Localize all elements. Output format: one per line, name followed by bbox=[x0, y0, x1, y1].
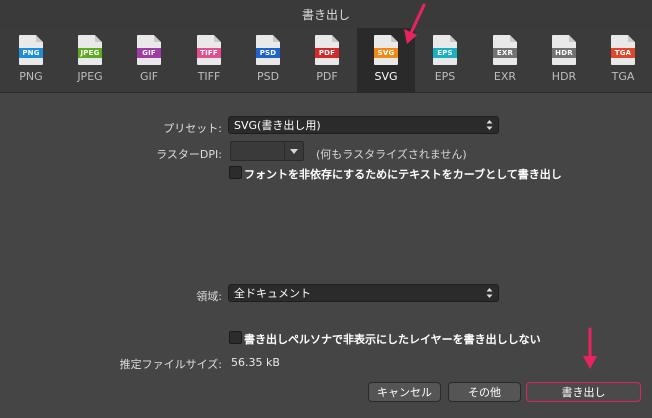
annotation-arrow-icon bbox=[583, 327, 597, 369]
format-tab-tga[interactable]: TGA TGA bbox=[594, 28, 652, 92]
format-tab-psd[interactable]: PSD PSD bbox=[239, 28, 297, 92]
eps-file-icon: EPS bbox=[433, 35, 457, 65]
preset-value: SVG(書き出し用) bbox=[234, 119, 321, 132]
page-fold bbox=[450, 35, 457, 42]
format-label: PNG bbox=[19, 70, 43, 83]
jpeg-file-icon: JPEG bbox=[78, 35, 102, 65]
format-badge: EXR bbox=[493, 48, 517, 58]
hidden-layers-label[interactable]: 書き出しペルソナで非表示にしたレイヤーを書き出ししない bbox=[244, 331, 541, 347]
page-fold bbox=[628, 35, 635, 42]
area-select[interactable]: 全ドキュメント bbox=[228, 284, 499, 302]
cancel-button[interactable]: キャンセル bbox=[368, 382, 441, 402]
format-label: EPS bbox=[434, 70, 456, 83]
file-size-value: 56.35 kB bbox=[231, 356, 280, 369]
exr-file-icon: EXR bbox=[493, 35, 517, 65]
annotation-arrow-icon bbox=[404, 3, 426, 44]
format-badge: JPEG bbox=[78, 48, 102, 58]
file-size-label: 推定ファイルサイズ: bbox=[119, 358, 222, 371]
format-tab-jpeg[interactable]: JPEG JPEG bbox=[61, 28, 119, 92]
raster-dpi-combobox[interactable] bbox=[230, 141, 304, 161]
format-label: PSD bbox=[256, 70, 280, 83]
page-fold bbox=[154, 35, 161, 42]
format-tab-png[interactable]: PNG PNG bbox=[2, 28, 60, 92]
dropdown-caret-icon[interactable] bbox=[290, 149, 298, 154]
area-value: 全ドキュメント bbox=[234, 287, 311, 300]
page-fold bbox=[273, 35, 280, 42]
raster-dpi-note: (何もラスタライズされません) bbox=[316, 148, 467, 161]
format-badge: PDF bbox=[315, 48, 339, 58]
format-label: JPEG bbox=[77, 70, 103, 83]
format-label: EXR bbox=[493, 70, 517, 83]
format-tab-gif[interactable]: GIF GIF bbox=[120, 28, 178, 92]
page-fold bbox=[391, 35, 398, 42]
raster-dpi-label: ラスターDPI: bbox=[156, 148, 222, 161]
format-label: PDF bbox=[316, 70, 338, 83]
tiff-file-icon: TIFF bbox=[197, 35, 221, 65]
format-label: HDR bbox=[551, 70, 577, 83]
text-to-curves-checkbox[interactable] bbox=[229, 166, 242, 179]
format-badge: TIFF bbox=[197, 48, 221, 58]
updown-chevron-icon bbox=[486, 120, 493, 130]
preset-label: プリセット: bbox=[163, 122, 222, 135]
format-label: SVG bbox=[374, 70, 398, 83]
format-badge: PSD bbox=[256, 48, 280, 58]
preset-select[interactable]: SVG(書き出し用) bbox=[228, 116, 499, 134]
page-fold bbox=[569, 35, 576, 42]
hdr-file-icon: HDR bbox=[552, 35, 576, 65]
format-badge: TGA bbox=[611, 48, 635, 58]
hidden-layers-checkbox[interactable] bbox=[229, 331, 242, 344]
gif-file-icon: GIF bbox=[137, 35, 161, 65]
page-fold bbox=[95, 35, 102, 42]
format-label: TGA bbox=[611, 70, 635, 83]
dialog-title: 書き出し bbox=[301, 7, 350, 22]
page-fold bbox=[214, 35, 221, 42]
page-fold bbox=[36, 35, 43, 42]
format-badge: SVG bbox=[374, 48, 398, 58]
combobox-divider bbox=[284, 142, 285, 160]
format-badge: EPS bbox=[433, 48, 457, 58]
page-fold bbox=[510, 35, 517, 42]
format-tab-exr[interactable]: EXR EXR bbox=[476, 28, 534, 92]
updown-chevron-icon bbox=[486, 288, 493, 298]
page-fold bbox=[332, 35, 339, 42]
title-bar: 書き出し bbox=[0, 0, 652, 29]
more-button[interactable]: その他 bbox=[448, 382, 521, 402]
format-tab-pdf[interactable]: PDF PDF bbox=[298, 28, 356, 92]
format-tab-tiff[interactable]: TIFF TIFF bbox=[180, 28, 238, 92]
format-badge: HDR bbox=[552, 48, 576, 58]
format-label: GIF bbox=[139, 70, 159, 83]
format-tab-hdr[interactable]: HDR HDR bbox=[535, 28, 593, 92]
svg-file-icon: SVG bbox=[374, 35, 398, 65]
format-badge: PNG bbox=[19, 48, 43, 58]
pdf-file-icon: PDF bbox=[315, 35, 339, 65]
png-file-icon: PNG bbox=[19, 35, 43, 65]
export-dialog: 書き出し PNG PNG JPEG JPEG GIF GIF TIFF TIFF PSD PSD P… bbox=[0, 0, 652, 418]
format-label: TIFF bbox=[197, 70, 221, 83]
psd-file-icon: PSD bbox=[256, 35, 280, 65]
format-badge: GIF bbox=[137, 48, 161, 58]
area-label: 領域: bbox=[196, 290, 222, 303]
text-to-curves-label[interactable]: フォントを非依存にするためにテキストをカーブとして書き出し bbox=[244, 166, 562, 182]
tga-file-icon: TGA bbox=[611, 35, 635, 65]
format-bar: PNG PNG JPEG JPEG GIF GIF TIFF TIFF PSD PSD PDF PDF… bbox=[0, 28, 652, 93]
export-button[interactable]: 書き出し bbox=[526, 382, 641, 402]
